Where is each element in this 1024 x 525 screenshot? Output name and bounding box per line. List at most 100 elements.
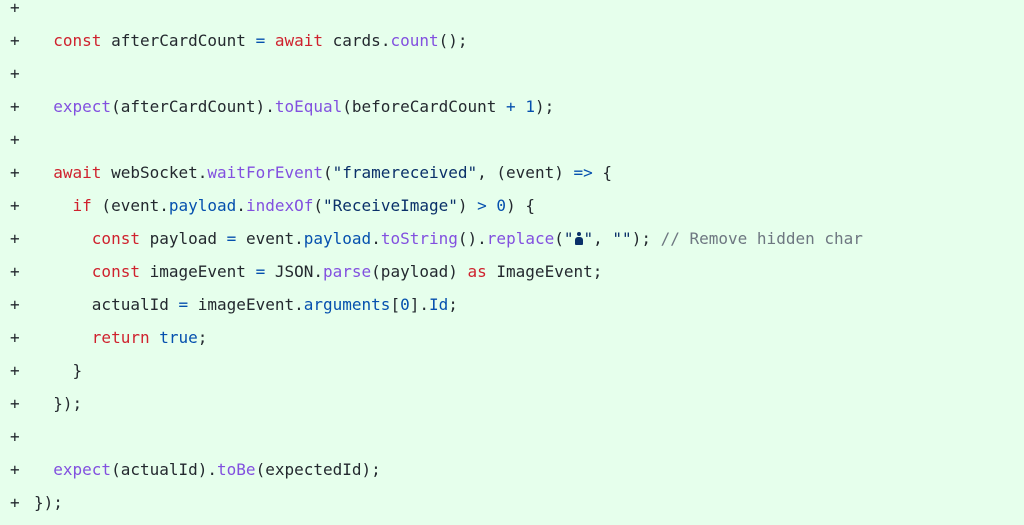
code-token: (); <box>438 31 468 50</box>
code-token: " <box>583 229 594 248</box>
code-line: const afterCardCount = await cards.count… <box>34 30 468 52</box>
diff-added-marker: + <box>10 295 20 314</box>
code-token: }); <box>34 493 63 512</box>
code-token: actualId <box>91 295 179 314</box>
diff-line: + actualId = imageEvent.arguments[0].Id; <box>0 294 1024 327</box>
code-token: expect <box>53 97 112 116</box>
code-token: toBe <box>217 460 256 479</box>
code-token: [ <box>390 295 401 314</box>
code-line: }); <box>34 393 82 415</box>
code-token: (afterCardCount). <box>111 97 275 116</box>
code-token: // Remove hidden char <box>660 229 863 248</box>
code-token: as <box>467 262 487 281</box>
diff-added-marker: + <box>10 427 20 446</box>
diff-added-marker: + <box>10 97 20 116</box>
code-token: JSON. <box>265 262 323 281</box>
code-token: const <box>53 31 102 50</box>
code-token: . <box>236 196 246 215</box>
diff-line: + <box>0 0 1024 30</box>
code-token: " <box>563 229 574 248</box>
code-token: imageEvent. <box>188 295 304 314</box>
code-token: count <box>390 31 439 50</box>
diff-line: + expect(actualId).toBe(expectedId); <box>0 459 1024 492</box>
code-token: ); <box>534 97 555 116</box>
code-token: (expectedId); <box>255 460 381 479</box>
code-line: expect(actualId).toBe(expectedId); <box>34 459 381 481</box>
diff-line: + }); <box>0 393 1024 426</box>
code-token: ; <box>448 295 458 314</box>
code-line: await webSocket.waitForEvent("framerecei… <box>34 162 612 184</box>
code-token: payload <box>303 229 372 248</box>
code-token: ( <box>313 196 324 215</box>
code-token: ); <box>631 229 661 248</box>
code-token: ( <box>323 163 333 182</box>
code-token: ( <box>554 229 564 248</box>
diff-line: + const payload = event.payload.toString… <box>0 228 1024 261</box>
diff-line: + <box>0 63 1024 96</box>
code-token: 1 <box>525 97 535 116</box>
code-token: . <box>371 229 381 248</box>
code-token: } <box>72 361 83 380</box>
diff-added-marker: + <box>10 0 20 17</box>
code-token: => <box>573 163 593 182</box>
code-token: ) { <box>506 196 535 215</box>
code-token: const <box>91 262 140 281</box>
code-line: const payload = event.payload.toString()… <box>34 228 863 250</box>
diff-added-marker: + <box>10 229 20 248</box>
diff-line: + <box>0 426 1024 459</box>
diff-line: +}); <box>0 492 1024 525</box>
code-token: = <box>178 295 189 314</box>
code-line: if (event.payload.indexOf("ReceiveImage"… <box>34 195 535 217</box>
code-token: ]. <box>409 295 429 314</box>
diff-added-marker: + <box>10 262 20 281</box>
diff-added-marker: + <box>10 163 20 182</box>
diff-line: + return true; <box>0 327 1024 360</box>
code-diff-view: + + const afterCardCount = await cards.co… <box>0 0 1024 512</box>
code-token: ImageEvent; <box>486 262 603 281</box>
code-token: cards. <box>323 31 391 50</box>
code-line: const imageEvent = JSON.parse(payload) a… <box>34 261 603 283</box>
diff-line: + <box>0 129 1024 162</box>
diff-added-marker: + <box>10 31 20 50</box>
code-token: event. <box>236 229 304 248</box>
code-token: afterCardCount <box>101 31 256 50</box>
code-line: expect(afterCardCount).toEqual(beforeCar… <box>34 96 554 118</box>
code-token: }); <box>53 394 83 413</box>
hidden-char-icon <box>574 230 584 246</box>
diff-added-marker: + <box>10 130 20 149</box>
code-token: parse <box>323 262 372 281</box>
code-token: ; <box>197 328 208 347</box>
diff-line: + const afterCardCount = await cards.cou… <box>0 30 1024 63</box>
code-token: if <box>72 196 92 215</box>
diff-line: + } <box>0 360 1024 393</box>
code-token: true <box>159 328 198 347</box>
code-token: replace <box>486 229 555 248</box>
code-line: actualId = imageEvent.arguments[0].Id; <box>34 294 458 316</box>
code-token: toEqual <box>274 97 343 116</box>
code-token: Id <box>428 295 449 314</box>
code-token: arguments <box>303 295 391 314</box>
code-token: payload <box>139 229 227 248</box>
code-line: }); <box>34 492 63 514</box>
code-token: ) <box>457 196 478 215</box>
code-token: payload <box>168 196 237 215</box>
code-token: expect <box>53 460 112 479</box>
code-token: toString <box>380 229 458 248</box>
diff-added-marker: + <box>10 328 20 347</box>
code-token: imageEvent <box>139 262 256 281</box>
code-token: { <box>592 163 612 182</box>
code-token: "ReceiveImage" <box>323 196 458 215</box>
code-line: return true; <box>34 327 208 349</box>
code-token: webSocket. <box>101 163 208 182</box>
code-token: (event. <box>91 196 169 215</box>
code-token: (). <box>457 229 487 248</box>
